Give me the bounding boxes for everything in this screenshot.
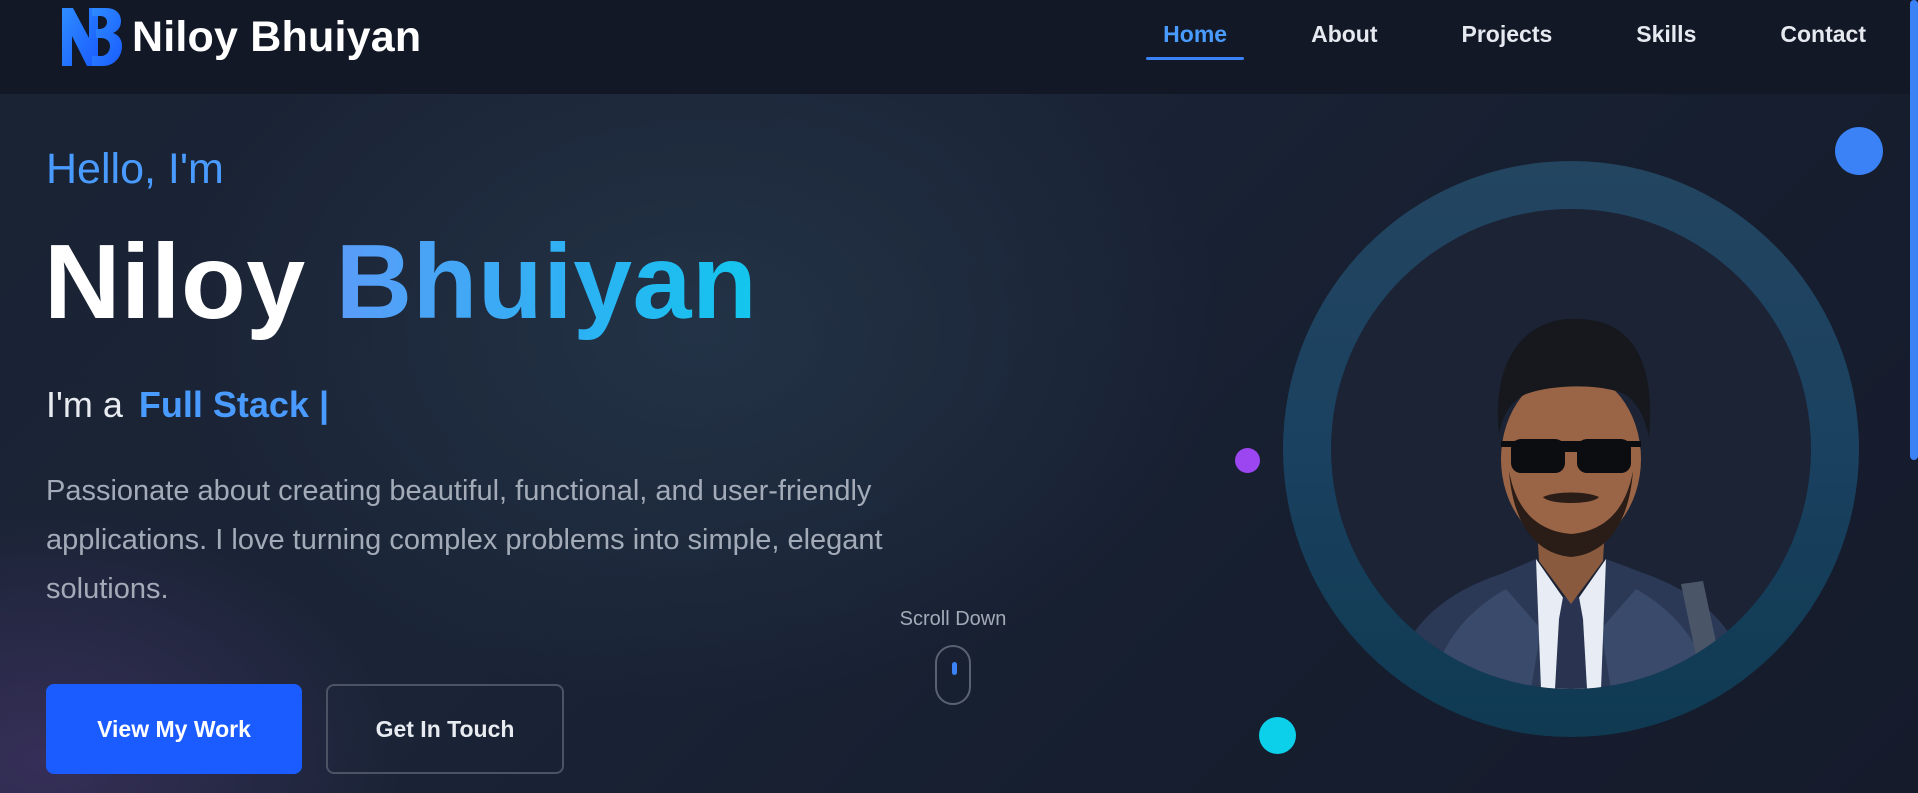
decor-dot-blue	[1835, 127, 1883, 175]
navbar: Niloy Bhuiyan Home About Projects Skills…	[0, 0, 1918, 94]
decor-dot-purple	[1235, 448, 1260, 473]
role-prefix: I'm a	[46, 384, 123, 425]
typing-cursor: |	[318, 384, 330, 425]
nav-home[interactable]: Home	[1146, 11, 1244, 64]
logo[interactable]: Niloy Bhuiyan	[58, 0, 421, 74]
decor-dot-cyan	[1259, 717, 1296, 754]
hero-greeting: Hello, I'm	[46, 145, 224, 193]
hero-description: Passionate about creating beautiful, fun…	[46, 475, 883, 605]
mouse-wheel	[952, 662, 957, 675]
main-nav: Home About Projects Skills Contact	[1146, 0, 1866, 74]
person-portrait-icon	[1393, 318, 1751, 689]
hero-first-name: Niloy	[44, 223, 306, 341]
profile-ring	[1283, 161, 1859, 737]
hero-name: Niloy Bhuiyan	[44, 222, 757, 343]
brand-name: Niloy Bhuiyan	[132, 12, 422, 61]
hero-last-name: Bhuiyan	[335, 223, 758, 341]
role-line: I'm a Full Stack |	[46, 384, 329, 426]
scroll-mouse-icon[interactable]	[935, 645, 971, 705]
scroll-down-label: Scroll Down	[899, 608, 1007, 630]
nav-contact[interactable]: Contact	[1780, 11, 1866, 64]
nb-monogram-icon	[62, 8, 122, 66]
nav-skills[interactable]: Skills	[1636, 11, 1696, 64]
scrollbar-thumb[interactable]	[1910, 0, 1918, 460]
typed-role: Full Stack	[138, 384, 309, 425]
nav-projects[interactable]: Projects	[1462, 11, 1553, 64]
view-my-work-button[interactable]: View My Work	[46, 684, 302, 774]
profile-photo	[1331, 209, 1811, 689]
page-scrollbar[interactable]	[1906, 0, 1918, 793]
get-in-touch-button[interactable]: Get In Touch	[326, 684, 564, 774]
nav-about[interactable]: About	[1311, 11, 1377, 64]
